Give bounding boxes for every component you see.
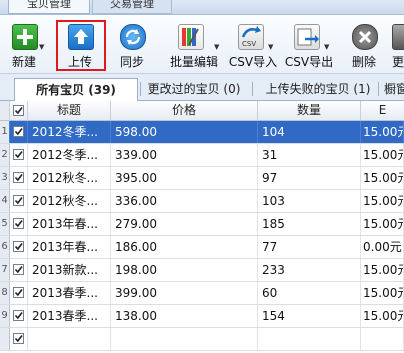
item-filter-tabs: 所有宝贝 (39) 更改过的宝贝 (0) 上传失败的宝贝 (1) 橱窗 [0, 74, 404, 102]
row-checkbox-cell [10, 236, 28, 258]
row-checkbox[interactable] [13, 149, 24, 160]
row-checkbox-cell [10, 328, 28, 350]
delete-button[interactable]: 删除 [346, 17, 382, 71]
csv-import-icon: CSV [238, 24, 264, 50]
sync-button[interactable]: 同步 [112, 17, 152, 71]
column-header-qty[interactable]: 数量 [258, 101, 361, 120]
chevron-down-icon: ▼ [268, 43, 274, 51]
table-row[interactable]: 8 2013春季... 399.00 60 15.00元 [0, 282, 404, 305]
select-all-checkbox[interactable] [13, 105, 24, 116]
table-row[interactable] [0, 328, 404, 351]
window-tab-item-management[interactable]: 宝贝管理 [8, 0, 90, 14]
row-checkbox[interactable] [13, 126, 24, 137]
row-checkbox-cell [10, 190, 28, 212]
upload-highlight-box [56, 20, 106, 71]
tab-all-items[interactable]: 所有宝贝 (39) [14, 78, 138, 102]
table-row[interactable]: 5 2013年春... 279.00 185 15.00元 [0, 213, 404, 236]
row-checkbox[interactable] [13, 310, 24, 321]
table-row[interactable]: 3 2012秋冬... 395.00 97 15.00元 [0, 167, 404, 190]
chevron-down-icon: ▼ [324, 43, 330, 51]
new-button[interactable]: ▼ 新建 [6, 17, 45, 71]
row-checkbox-cell [10, 144, 28, 166]
column-header-price[interactable]: 价格 [111, 101, 258, 120]
chevron-down-icon: ▼ [214, 43, 220, 51]
table-row[interactable]: 7 2013新款... 198.00 233 15.00元 [0, 259, 404, 282]
table-row[interactable]: 2 2012冬季... 339.00 31 15.00元 [0, 144, 404, 167]
row-checkbox[interactable] [13, 264, 24, 275]
sync-icon [120, 24, 146, 50]
row-checkbox[interactable] [13, 218, 24, 229]
close-icon [352, 24, 378, 50]
row-checkbox-cell [10, 121, 28, 143]
row-checkbox[interactable] [13, 172, 24, 183]
tab-changed-items[interactable]: 更改过的宝贝 (0) [144, 78, 244, 100]
table-row[interactable]: 1 2012冬季... 598.00 104 15.00元 [0, 121, 404, 144]
row-checkbox[interactable] [13, 241, 24, 252]
chevron-down-icon: ▼ [39, 43, 45, 51]
window-tab-bar: 宝贝管理 交易管理 [0, 0, 404, 15]
csv-export-button[interactable]: ▼ CSV导出 [284, 17, 334, 71]
row-checkbox-cell [10, 305, 28, 327]
tab-divider [378, 82, 379, 96]
row-checkbox-cell [10, 259, 28, 281]
window-tab-trade-management[interactable]: 交易管理 [92, 0, 172, 14]
column-header-e[interactable]: E [361, 101, 404, 120]
tab-divider [140, 82, 141, 96]
tab-showcase[interactable]: 橱窗 [384, 78, 404, 100]
row-number-header [0, 101, 10, 120]
table-row[interactable]: 4 2012秋冬... 336.00 103 15.00元 [0, 190, 404, 213]
table-row[interactable]: 6 2013年春... 186.00 77 0.00元 [0, 236, 404, 259]
items-table: 标题 价格 数量 E 1 2012冬季... 598.00 104 15.00元… [0, 101, 404, 353]
more-icon [392, 24, 404, 50]
table-header: 标题 价格 数量 E [0, 101, 404, 121]
batch-edit-button[interactable]: ▼ 批量编辑 [162, 17, 226, 71]
svg-text:CSV: CSV [242, 40, 256, 48]
select-all-header [10, 101, 28, 120]
row-checkbox[interactable] [13, 333, 24, 344]
tab-failed-uploads[interactable]: 上传失败的宝贝 (1) [262, 78, 374, 100]
row-checkbox-cell [10, 282, 28, 304]
plus-icon [12, 24, 38, 50]
row-checkbox[interactable] [13, 287, 24, 298]
row-checkbox-cell [10, 167, 28, 189]
batch-edit-icon [178, 24, 204, 50]
tab-divider [252, 82, 253, 96]
column-header-title[interactable]: 标题 [28, 101, 111, 120]
more-button[interactable]: 更 [390, 17, 404, 71]
row-checkbox-cell [10, 213, 28, 235]
csv-import-button[interactable]: CSV ▼ CSV导入 [228, 17, 278, 71]
table-row[interactable]: 9 2013春季... 138.00 154 15.00元 [0, 305, 404, 328]
csv-export-icon [294, 24, 320, 50]
row-checkbox[interactable] [13, 195, 24, 206]
